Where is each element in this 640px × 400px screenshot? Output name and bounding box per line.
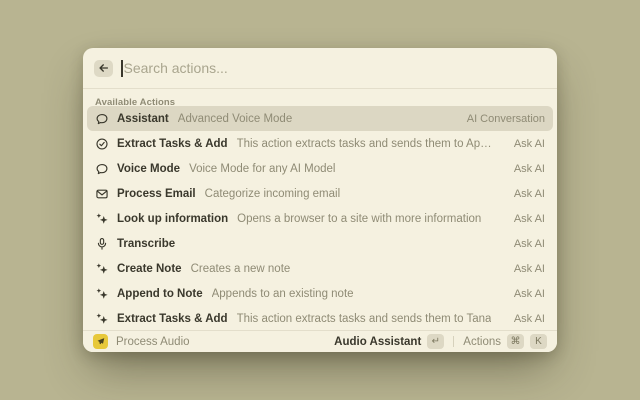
search-input[interactable] — [124, 60, 547, 76]
action-title: Process Email — [117, 188, 196, 200]
action-type-label: Ask AI — [504, 238, 545, 250]
chat-bubble-icon — [95, 162, 109, 176]
action-row[interactable]: Process Email Categorize incoming email As… — [87, 181, 553, 206]
back-button[interactable] — [94, 60, 113, 77]
primary-action-label[interactable]: Audio Assistant — [334, 336, 421, 348]
action-title: Transcribe — [117, 238, 175, 250]
action-title: Create Note — [117, 263, 182, 275]
action-type-label: Ask AI — [504, 188, 545, 200]
action-type-label: Ask AI — [504, 263, 545, 275]
chat-bubble-icon — [95, 112, 109, 126]
action-row[interactable]: Assistant Advanced Voice Mode AI Conversat… — [87, 106, 553, 131]
sparkles-icon — [95, 212, 109, 226]
search-header — [83, 48, 557, 88]
action-row[interactable]: Create Note Creates a new note Ask AI — [87, 256, 553, 281]
action-subtitle: Advanced Voice Mode — [178, 113, 292, 125]
back-arrow-icon — [98, 62, 110, 74]
action-title: Look up information — [117, 213, 228, 225]
action-type-label: AI Conversation — [457, 113, 545, 125]
microphone-icon — [95, 237, 109, 251]
action-title: Voice Mode — [117, 163, 180, 175]
action-subtitle: Appends to an existing note — [212, 288, 354, 300]
sparkles-icon — [95, 262, 109, 276]
text-cursor — [121, 60, 123, 77]
action-type-label: Ask AI — [504, 138, 545, 150]
app-name: Process Audio — [116, 336, 190, 348]
sparkles-icon — [95, 287, 109, 301]
envelope-icon — [95, 187, 109, 201]
action-subtitle: Voice Mode for any AI Model — [189, 163, 335, 175]
footer-right: Audio Assistant ↵ Actions ⌘ K — [334, 334, 547, 349]
action-subtitle: This action extracts tasks and sends the… — [237, 138, 496, 150]
action-title: Assistant — [117, 113, 169, 125]
action-title: Append to Note — [117, 288, 203, 300]
action-row[interactable]: Extract Tasks & Add This action extracts … — [87, 306, 553, 330]
action-type-label: Ask AI — [504, 213, 545, 225]
actions-menu-label[interactable]: Actions — [463, 336, 501, 348]
action-row[interactable]: Extract Tasks & Add This action extracts … — [87, 131, 553, 156]
action-row[interactable]: Look up information Opens a browser to a … — [87, 206, 553, 231]
check-circle-icon — [95, 137, 109, 151]
command-keycap: ⌘ — [507, 334, 524, 349]
action-row[interactable]: Transcribe Ask AI — [87, 231, 553, 256]
action-title: Extract Tasks & Add — [117, 138, 228, 150]
action-subtitle: This action extracts tasks and sends the… — [237, 313, 492, 325]
action-type-label: Ask AI — [504, 313, 545, 325]
action-type-label: Ask AI — [504, 288, 545, 300]
megaphone-icon — [93, 334, 108, 349]
k-keycap: K — [530, 334, 547, 349]
action-title: Extract Tasks & Add — [117, 313, 228, 325]
footer-divider — [453, 336, 454, 347]
action-subtitle: Opens a browser to a site with more info… — [237, 213, 481, 225]
action-row[interactable]: Append to Note Appends to an existing not… — [87, 281, 553, 306]
command-palette-window: Available Actions AssistantAdvanced Voic… — [83, 48, 557, 352]
desktop-background: Available Actions AssistantAdvanced Voic… — [0, 0, 640, 400]
return-keycap: ↵ — [427, 334, 444, 349]
action-list: Assistant Advanced Voice Mode AI Conversat… — [83, 106, 557, 330]
action-subtitle: Creates a new note — [191, 263, 291, 275]
action-type-label: Ask AI — [504, 163, 545, 175]
footer: Process Audio Audio Assistant ↵ Actions … — [83, 330, 557, 352]
action-subtitle: Categorize incoming email — [205, 188, 341, 200]
action-row[interactable]: Voice Mode Voice Mode for any AI Model Ask… — [87, 156, 553, 181]
sparkles-icon — [95, 312, 109, 326]
